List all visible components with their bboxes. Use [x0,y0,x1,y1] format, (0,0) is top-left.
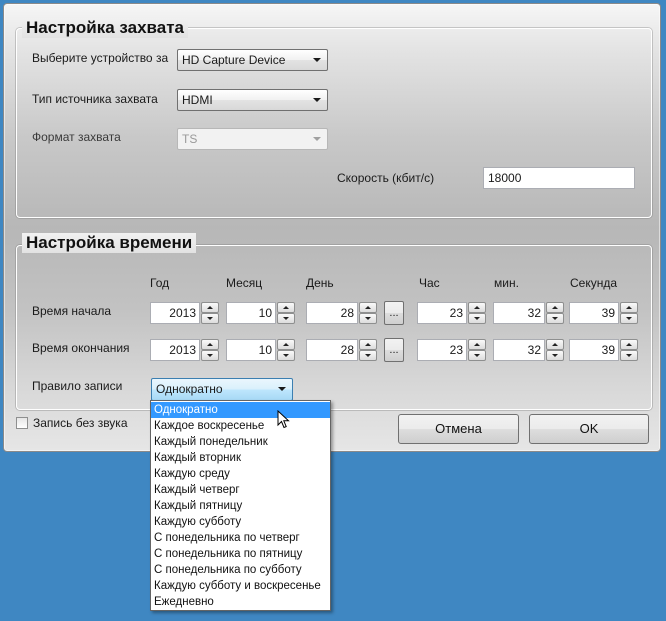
end-year-spinner[interactable]: 2013 [150,339,220,361]
speed-input[interactable]: 18000 [483,167,635,189]
start-day-spinner[interactable]: 28 [306,302,378,324]
dropdown-option[interactable]: С понедельника по субботу [151,562,330,578]
chevron-down-icon [313,98,321,102]
spin-up-icon[interactable] [201,339,219,350]
spin-up-icon[interactable] [277,339,295,350]
end-month-spinner[interactable]: 10 [226,339,296,361]
mute-checkbox-label[interactable]: Запись без звука [33,416,128,430]
dropdown-option[interactable]: С понедельника по четверг [151,530,330,546]
end-second-value[interactable]: 39 [569,339,619,361]
spin-down-icon[interactable] [546,350,564,361]
dropdown-option[interactable]: Каждую среду [151,466,330,482]
dropdown-option[interactable]: Ежедневно [151,594,330,610]
spin-down-icon[interactable] [620,313,638,324]
start-minute-value[interactable]: 32 [493,302,545,324]
device-select[interactable]: HD Capture Device [177,49,328,71]
start-year-spinner[interactable]: 2013 [150,302,220,324]
spin-down-icon[interactable] [277,350,295,361]
end-minute-value[interactable]: 32 [493,339,545,361]
header-second: Секунда [570,276,618,290]
spin-down-icon[interactable] [620,350,638,361]
spin-up-icon[interactable] [277,302,295,313]
dropdown-option[interactable]: Каждое воскресенье [151,418,330,434]
format-label: Формат захвата [32,130,121,144]
spin-down-icon[interactable] [546,313,564,324]
start-year-value[interactable]: 2013 [150,302,200,324]
dropdown-option[interactable]: Однократно [151,402,330,418]
dropdown-option[interactable]: Каждый понедельник [151,434,330,450]
dropdown-option[interactable]: Каждый пятницу [151,498,330,514]
end-minute-spinner[interactable]: 32 [493,339,565,361]
source-select[interactable]: HDMI [177,89,328,111]
spin-up-icon[interactable] [359,302,377,313]
end-month-value[interactable]: 10 [226,339,276,361]
recording-rule-dropdown: Однократно Каждое воскресенье Каждый пон… [150,400,331,611]
spin-up-icon[interactable] [620,302,638,313]
cancel-button[interactable]: Отмена [398,414,519,444]
start-date-picker-button[interactable]: ... [384,301,404,325]
time-settings-title: Настройка времени [22,233,197,253]
start-hour-value[interactable]: 23 [417,302,467,324]
chevron-down-icon [278,387,286,391]
end-day-spinner[interactable]: 28 [306,339,378,361]
recording-rule-label: Правило записи [32,379,123,393]
spin-up-icon[interactable] [620,339,638,350]
dropdown-option[interactable]: Каждый четверг [151,482,330,498]
end-time-label: Время окончания [32,341,130,355]
dropdown-option[interactable]: Каждый вторник [151,450,330,466]
spin-down-icon[interactable] [201,313,219,324]
spin-up-icon[interactable] [546,339,564,350]
mouse-pointer-icon [277,410,290,429]
start-month-value[interactable]: 10 [226,302,276,324]
spin-up-icon[interactable] [546,302,564,313]
start-day-value[interactable]: 28 [306,302,358,324]
end-date-picker-button[interactable]: ... [384,338,404,362]
dropdown-option[interactable]: Каждую субботу и воскресенье [151,578,330,594]
header-day: День [306,276,334,290]
recording-rule-value: Однократно [156,382,223,396]
start-second-spinner[interactable]: 39 [569,302,639,324]
end-year-value[interactable]: 2013 [150,339,200,361]
spin-up-icon[interactable] [201,302,219,313]
format-select[interactable]: TS [177,128,328,150]
dropdown-option[interactable]: Каждую субботу [151,514,330,530]
chevron-down-icon [313,137,321,141]
recording-rule-select[interactable]: Однократно [151,378,293,401]
format-select-value: TS [182,132,198,146]
start-hour-spinner[interactable]: 23 [417,302,487,324]
spin-down-icon[interactable] [468,350,486,361]
source-label: Тип источника захвата [32,92,158,106]
start-minute-spinner[interactable]: 32 [493,302,565,324]
end-day-value[interactable]: 28 [306,339,358,361]
end-hour-spinner[interactable]: 23 [417,339,487,361]
source-select-value: HDMI [182,93,213,107]
spin-up-icon[interactable] [359,339,377,350]
start-month-spinner[interactable]: 10 [226,302,296,324]
ok-button[interactable]: OK [529,414,649,444]
mute-checkbox[interactable] [16,417,28,429]
capture-settings-dialog: Настройка захвата Выберите устройство за… [3,3,661,452]
end-hour-value[interactable]: 23 [417,339,467,361]
header-hour: Час [419,276,440,290]
device-select-value: HD Capture Device [182,53,286,67]
header-month: Месяц [226,276,263,290]
speed-label: Скорость (кбит/с) [337,171,435,185]
end-second-spinner[interactable]: 39 [569,339,639,361]
header-year: Год [150,276,170,290]
spin-down-icon[interactable] [201,350,219,361]
start-time-label: Время начала [32,304,112,318]
spin-down-icon[interactable] [468,313,486,324]
spin-down-icon[interactable] [277,313,295,324]
chevron-down-icon [313,58,321,62]
spin-down-icon[interactable] [359,350,377,361]
capture-settings-title: Настройка захвата [22,18,189,38]
spin-up-icon[interactable] [468,302,486,313]
spin-up-icon[interactable] [468,339,486,350]
dropdown-option[interactable]: С понедельника по пятницу [151,546,330,562]
start-second-value[interactable]: 39 [569,302,619,324]
header-minute: мин. [494,276,519,290]
spin-down-icon[interactable] [359,313,377,324]
device-label: Выберите устройство за [32,51,169,65]
